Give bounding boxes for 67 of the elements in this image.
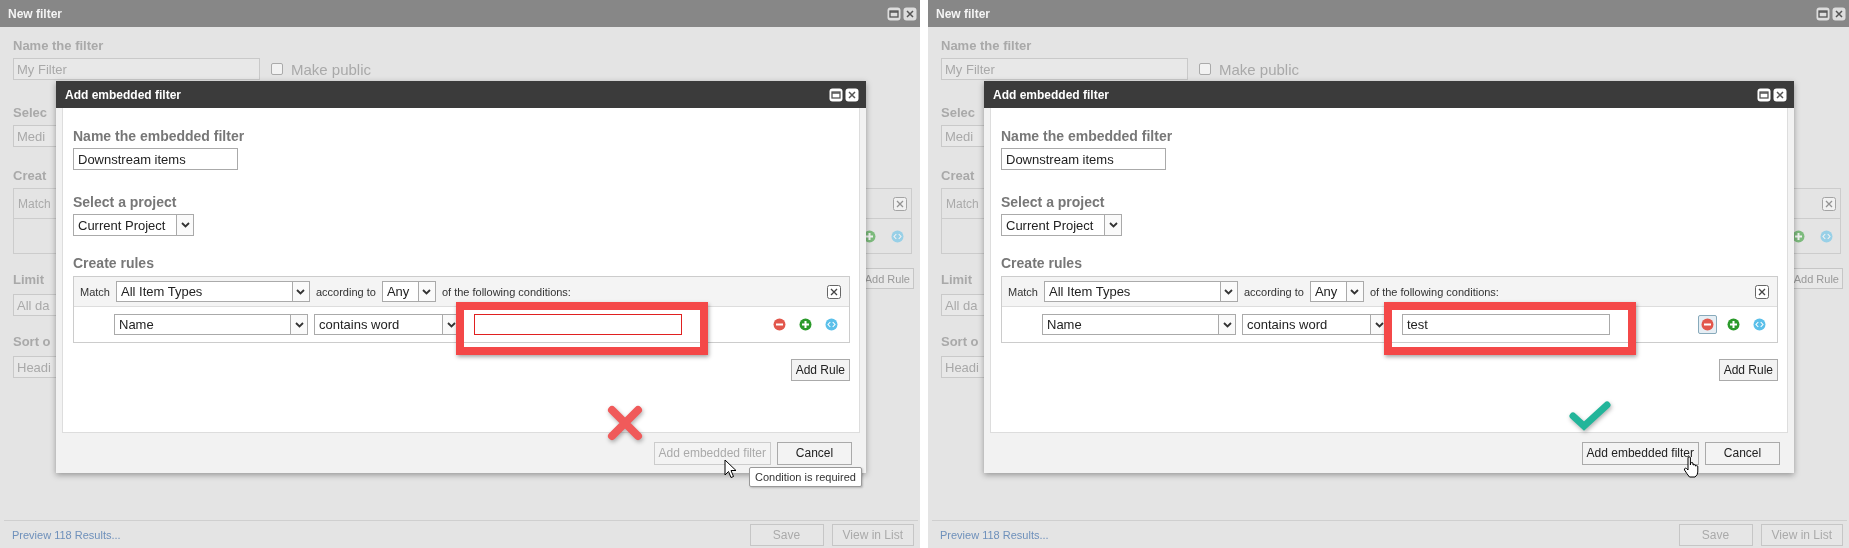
match-label: Match — [946, 196, 979, 211]
according-label: according to — [315, 285, 376, 298]
field-select[interactable]: Name — [1042, 314, 1236, 335]
caret-icon — [294, 321, 304, 328]
window-title: New filter — [8, 6, 62, 21]
window-title: New filter — [936, 6, 990, 21]
field-label: Create rules — [1001, 254, 1082, 272]
tooltip: Condition is required — [749, 467, 862, 487]
add-filter-button[interactable]: Add embedded filter — [1581, 441, 1699, 465]
field-label: Sort o — [941, 333, 979, 351]
close-icon[interactable] — [1773, 87, 1787, 102]
field-label: Selec — [13, 104, 47, 122]
field-label: Select a project — [73, 193, 177, 211]
add-rule-button[interactable]: Add Rule — [1718, 359, 1778, 381]
dialog-title: Add embedded filter — [993, 87, 1109, 102]
conditions-label: of the following conditions: — [1369, 285, 1499, 298]
item-type-select[interactable]: All Item Types — [115, 281, 310, 302]
close-icon[interactable] — [827, 284, 841, 299]
minus-circle-icon[interactable] — [1698, 315, 1717, 334]
close-icon[interactable] — [903, 6, 917, 21]
item-type-select[interactable]: All Item Types — [1043, 281, 1238, 302]
maximize-icon[interactable] — [829, 87, 843, 102]
close-icon[interactable] — [845, 87, 859, 102]
according-label: according to — [1243, 285, 1304, 298]
field-label: Sort o — [13, 333, 51, 351]
cancel-button[interactable]: Cancel — [1705, 441, 1780, 465]
caret-icon — [422, 288, 432, 295]
field-label: Name the filter — [941, 37, 1032, 55]
caret-icon — [1224, 288, 1234, 295]
field-label: Name the embedded filter — [73, 127, 245, 145]
field-label: Select a project — [1001, 193, 1105, 211]
project-select[interactable]: Current Project — [1001, 214, 1122, 236]
match-label: Match — [18, 196, 51, 211]
quantifier-select[interactable]: Any — [1309, 281, 1364, 302]
close-icon[interactable] — [1832, 6, 1846, 21]
dialog-title: Add embedded filter — [65, 87, 181, 102]
maximize-icon[interactable] — [1816, 6, 1830, 21]
caret-icon — [180, 222, 190, 228]
quantifier-select[interactable]: Any — [381, 281, 436, 302]
add-rule-button[interactable]: Add Rule — [790, 359, 850, 381]
value-field[interactable] — [474, 314, 682, 335]
caret-icon — [1222, 321, 1232, 328]
maximize-icon[interactable] — [1757, 87, 1771, 102]
caret-icon — [1350, 288, 1360, 295]
field-label: Creat — [941, 167, 975, 185]
caret-icon — [446, 321, 456, 328]
field-label: Creat — [13, 167, 47, 185]
field-label: Create rules — [73, 254, 154, 272]
project-select[interactable]: Current Project — [73, 214, 194, 236]
caret-icon — [1108, 222, 1118, 228]
match-label: Match — [80, 285, 110, 298]
value-field[interactable]: test — [1402, 314, 1610, 335]
caret-icon — [1374, 321, 1384, 328]
filter-name-field[interactable]: Downstream items — [1001, 148, 1166, 170]
field-label: Name the embedded filter — [1001, 127, 1173, 145]
maximize-icon[interactable] — [887, 6, 901, 21]
cancel-button[interactable]: Cancel — [777, 441, 852, 465]
filter-name-field[interactable]: Downstream items — [73, 148, 238, 170]
field-label: Selec — [941, 104, 975, 122]
close-icon[interactable] — [1755, 284, 1769, 299]
match-label: Match — [1008, 285, 1038, 298]
field-label: Limit — [941, 271, 973, 289]
conditions-label: of the following conditions: — [441, 285, 571, 298]
field-label: Limit — [13, 271, 45, 289]
field-label: Name the filter — [13, 37, 104, 55]
field-select[interactable]: Name — [114, 314, 308, 335]
caret-icon — [296, 288, 306, 295]
